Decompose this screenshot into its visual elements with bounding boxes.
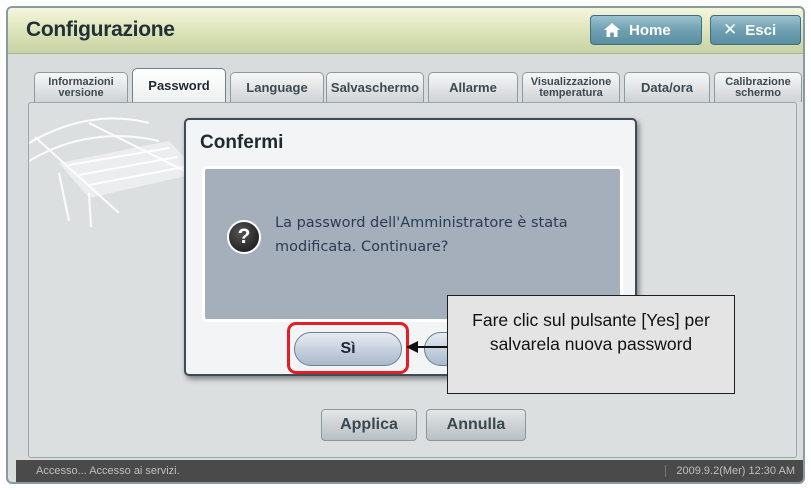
exit-button-label: Esci <box>745 21 777 39</box>
dialog-message: La password dell'Amministratore è stata … <box>275 215 568 255</box>
yes-button-highlight <box>287 322 409 374</box>
home-button[interactable]: Home <box>590 15 702 45</box>
home-button-label: Home <box>629 21 671 39</box>
tab-screen-calibration[interactable]: Calibrazione schermo <box>714 72 802 102</box>
instruction-callout: Fare clic sul pulsante [Yes] per salvare… <box>447 295 735 394</box>
home-icon <box>604 23 620 37</box>
question-icon: ? <box>227 220 261 254</box>
apply-button[interactable]: Applica <box>321 409 417 441</box>
tab-temperature-display[interactable]: Visualizzazione temperatura <box>522 72 620 102</box>
dialog-title: Confermi <box>200 132 284 153</box>
status-bar: Accesso... Accesso ai servizi. 2009.9.2(… <box>16 460 803 482</box>
tab-date-time[interactable]: Data/ora <box>624 72 710 102</box>
window-title: Configurazione <box>26 18 175 41</box>
status-message: Accesso... Accesso ai servizi. <box>36 465 180 477</box>
exit-button[interactable]: ✕ Esci <box>710 15 801 45</box>
arrow-left-icon <box>406 341 450 353</box>
close-icon: ✕ <box>723 20 738 39</box>
cancel-button[interactable]: Annulla <box>426 409 526 441</box>
tab-alarm[interactable]: Allarme <box>428 72 518 102</box>
status-datetime: 2009.9.2(Mer) 12:30 AM <box>665 465 795 477</box>
tab-password[interactable]: Password <box>132 68 226 102</box>
settings-tabs: Informazioni versione Password Language … <box>34 68 802 102</box>
tab-screensaver[interactable]: Salvaschermo <box>326 72 424 102</box>
tab-language[interactable]: Language <box>230 72 324 102</box>
tab-version-info[interactable]: Informazioni versione <box>34 72 128 102</box>
title-bar: Configurazione Home ✕ Esci <box>8 8 803 54</box>
